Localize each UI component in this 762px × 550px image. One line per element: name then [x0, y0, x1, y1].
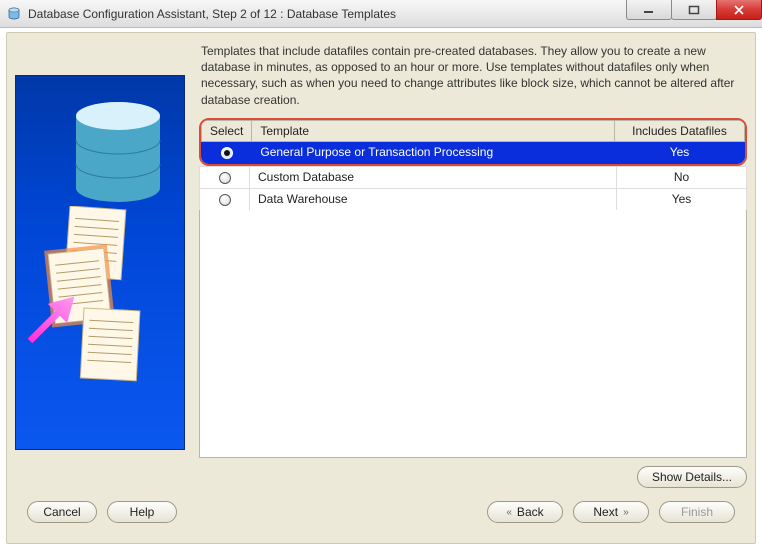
chevron-left-icon: «	[506, 507, 512, 518]
minimize-button[interactable]	[626, 0, 672, 20]
col-header-select: Select	[202, 120, 252, 141]
wizard-side-image	[15, 75, 185, 450]
finish-button: Finish	[659, 501, 735, 523]
col-header-includes: Includes Datafiles	[615, 120, 745, 141]
table-row[interactable]: Data Warehouse Yes	[200, 188, 747, 210]
title-bar: Database Configuration Assistant, Step 2…	[0, 0, 762, 28]
show-details-button[interactable]: Show Details...	[637, 466, 747, 488]
cell-includes: Yes	[617, 188, 747, 210]
cell-includes: Yes	[615, 141, 745, 163]
templates-table-highlight: Select Template Includes Datafiles Gener…	[199, 118, 747, 166]
description-text: Templates that include datafiles contain…	[199, 41, 747, 118]
radio-icon[interactable]	[221, 147, 233, 159]
wizard-footer: Cancel Help « Back Next » Finish	[27, 501, 735, 523]
window-title: Database Configuration Assistant, Step 2…	[28, 7, 396, 21]
back-label: B	[517, 505, 525, 519]
next-label: N	[593, 505, 602, 519]
app-icon	[6, 6, 22, 22]
chevron-right-icon: »	[623, 507, 629, 518]
cancel-button[interactable]: Cancel	[27, 501, 97, 523]
finish-label: Finish	[681, 505, 713, 519]
back-button[interactable]: « Back	[487, 501, 563, 523]
cell-template: Custom Database	[250, 166, 617, 188]
templates-empty-area	[199, 210, 747, 458]
templates-table-rest: Custom Database No Data Warehouse Yes	[199, 166, 747, 211]
close-button[interactable]	[716, 0, 762, 20]
cell-includes: No	[617, 166, 747, 188]
window-controls	[627, 0, 762, 20]
radio-icon[interactable]	[219, 172, 231, 184]
table-row[interactable]: General Purpose or Transaction Processin…	[202, 141, 745, 163]
table-row[interactable]: Custom Database No	[200, 166, 747, 188]
cell-template: Data Warehouse	[250, 188, 617, 210]
cell-template: General Purpose or Transaction Processin…	[252, 141, 615, 163]
next-button[interactable]: Next »	[573, 501, 649, 523]
radio-icon[interactable]	[219, 194, 231, 206]
templates-table: Select Template Includes Datafiles Gener…	[201, 120, 745, 164]
col-header-template: Template	[252, 120, 615, 141]
help-button[interactable]: Help	[107, 501, 177, 523]
maximize-button[interactable]	[671, 0, 717, 20]
wizard-panel: Templates that include datafiles contain…	[6, 32, 756, 544]
